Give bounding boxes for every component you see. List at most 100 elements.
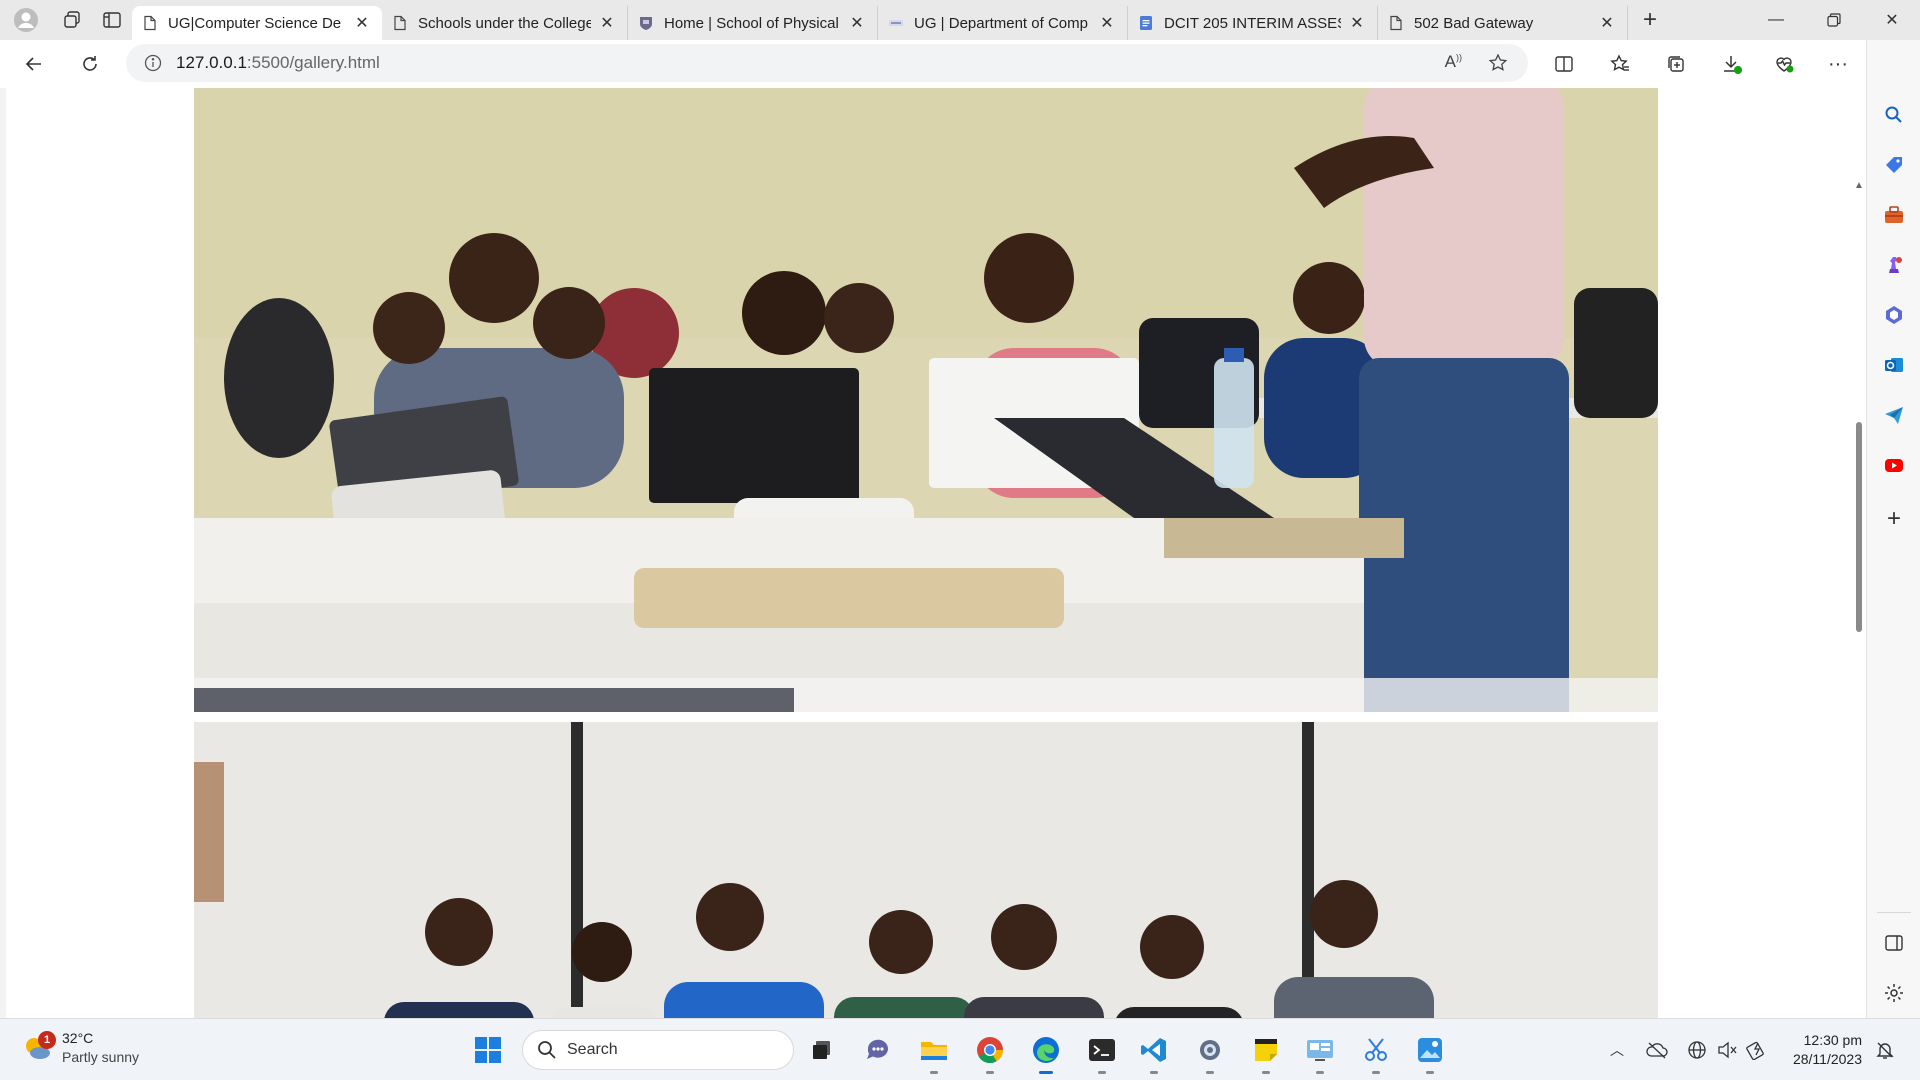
site-info-icon[interactable]	[144, 54, 162, 72]
network-tray-icon[interactable]	[1686, 1039, 1708, 1061]
weather-condition: Partly sunny	[62, 1049, 140, 1065]
browser-essentials-button[interactable]	[1764, 44, 1804, 84]
chat-icon	[867, 1039, 888, 1059]
page-icon	[394, 15, 406, 31]
photos-icon	[1418, 1038, 1442, 1062]
weather-badge: 1	[38, 1031, 56, 1049]
minimize-icon: —	[1768, 11, 1784, 28]
more-icon: ···	[1828, 52, 1848, 75]
weather-widget[interactable]: 1 32°C Partly sunny	[22, 1029, 139, 1067]
close-tab-icon[interactable]: ✕	[597, 13, 617, 33]
snipping-tool-button[interactable]	[1358, 1032, 1394, 1074]
read-aloud-icon[interactable]: A))	[1445, 52, 1462, 72]
tab-3[interactable]: Home | School of Physical ✕	[628, 6, 878, 40]
profile-button[interactable]	[0, 0, 52, 40]
chrome-button[interactable]	[972, 1032, 1008, 1074]
downloads-button[interactable]	[1712, 44, 1752, 84]
sidebar-search-button[interactable]	[1879, 100, 1909, 130]
sticky-note-icon	[1255, 1039, 1277, 1061]
onedrive-tray-icon[interactable]	[1646, 1039, 1668, 1061]
battery-tray-icon[interactable]	[1746, 1039, 1768, 1061]
heart-pulse-icon	[1776, 57, 1794, 73]
settings-app-button[interactable]	[1192, 1032, 1228, 1074]
new-tab-button[interactable]: +	[1628, 0, 1672, 40]
taskbar-search[interactable]: Search	[522, 1030, 794, 1070]
sidebar-youtube-button[interactable]	[1879, 450, 1909, 480]
group-photo	[194, 722, 1658, 1018]
close-tab-icon[interactable]: ✕	[847, 13, 867, 33]
collections-button[interactable]	[1656, 44, 1696, 84]
taskbar-clock[interactable]: 12:30 pm 28/11/2023	[1782, 1031, 1862, 1069]
file-explorer-button[interactable]	[916, 1032, 952, 1074]
notification-center-button[interactable]	[1874, 1039, 1896, 1061]
windows-taskbar: 1 32°C Partly sunny Search ︿ 12:30 pm 28…	[0, 1018, 1920, 1080]
running-indicator	[1206, 1071, 1214, 1074]
terminal-icon	[1089, 1039, 1115, 1061]
windows-logo-icon	[475, 1037, 501, 1063]
url-text[interactable]: 127.0.0.1:5500/gallery.html	[176, 53, 380, 73]
close-tab-icon[interactable]: ✕	[1597, 13, 1617, 33]
active-indicator	[1039, 1071, 1053, 1074]
workspaces-icon	[64, 11, 80, 28]
page-scrollbar[interactable]: ▲ ▼	[1852, 180, 1866, 1018]
vscode-button[interactable]	[1136, 1032, 1172, 1074]
tab-5[interactable]: DCIT 205 INTERIM ASSES ✕	[1128, 6, 1378, 40]
volume-muted-icon	[1718, 1041, 1737, 1059]
shopping-tag-icon	[1886, 157, 1902, 173]
site-favicon-icon	[889, 20, 903, 26]
task-view-button[interactable]	[804, 1032, 840, 1068]
sidebar-send-button[interactable]	[1879, 400, 1909, 430]
favorites-icon	[1610, 54, 1629, 71]
volume-tray-icon[interactable]	[1716, 1039, 1738, 1061]
close-window-button[interactable]: ✕	[1864, 0, 1920, 40]
tab-6[interactable]: 502 Bad Gateway ✕	[1378, 6, 1628, 40]
sidebar-settings-button[interactable]	[1879, 978, 1909, 1008]
terminal-button[interactable]	[1084, 1032, 1120, 1074]
gallery-photo-group	[194, 722, 1658, 1018]
hide-sidebar-button[interactable]	[1879, 928, 1909, 958]
vscode-icon	[1141, 1038, 1166, 1062]
sidebar-divider	[1877, 912, 1911, 913]
running-indicator	[1372, 1071, 1380, 1074]
teams-chat-button[interactable]	[860, 1032, 896, 1068]
sticky-notes-button[interactable]	[1248, 1032, 1284, 1074]
workspaces-button[interactable]	[52, 0, 92, 40]
tab-2[interactable]: Schools under the College ✕	[382, 6, 628, 40]
show-hidden-icons-button[interactable]: ︿	[1606, 1039, 1628, 1061]
download-icon	[1724, 56, 1742, 74]
close-tab-icon[interactable]: ✕	[352, 13, 372, 33]
control-panel-button[interactable]	[1302, 1032, 1338, 1074]
sidebar-shopping-button[interactable]	[1879, 150, 1909, 180]
address-bar[interactable]: 127.0.0.1:5500/gallery.html A))	[126, 44, 1528, 82]
close-tab-icon[interactable]: ✕	[1347, 13, 1367, 33]
photos-button[interactable]	[1412, 1032, 1448, 1074]
docs-icon	[1140, 16, 1152, 30]
sidebar-add-button[interactable]: +	[1879, 504, 1909, 534]
tab-title: UG | Department of Comp	[914, 14, 1088, 32]
ug-crest-icon	[640, 17, 652, 30]
vertical-tabs-button[interactable]	[92, 0, 132, 40]
close-tab-icon[interactable]: ✕	[1097, 13, 1117, 33]
edge-button[interactable]	[1028, 1032, 1064, 1074]
back-button[interactable]	[14, 44, 54, 84]
minimize-button[interactable]: —	[1748, 0, 1804, 40]
scroll-up-icon[interactable]: ▲	[1854, 180, 1864, 191]
tab-1[interactable]: UG|Computer Science De ✕	[132, 6, 382, 40]
sidebar-games-button[interactable]	[1879, 250, 1909, 280]
sidebar-outlook-button[interactable]	[1879, 350, 1909, 380]
plus-icon: +	[1642, 6, 1657, 33]
settings-gear-icon	[1200, 1040, 1220, 1060]
split-screen-button[interactable]	[1544, 44, 1584, 84]
favorites-button[interactable]	[1600, 44, 1640, 84]
scroll-thumb[interactable]	[1856, 422, 1862, 632]
restore-button[interactable]	[1806, 0, 1862, 40]
sidebar-tools-button[interactable]	[1879, 200, 1909, 230]
start-button[interactable]	[470, 1032, 506, 1068]
running-indicator	[1316, 1071, 1324, 1074]
sidebar-m365-button[interactable]	[1879, 300, 1909, 330]
favorite-star-icon[interactable]	[1488, 53, 1508, 73]
tab-4[interactable]: UG | Department of Comp ✕	[878, 6, 1128, 40]
settings-more-button[interactable]: ···	[1818, 44, 1858, 84]
refresh-button[interactable]	[70, 44, 110, 84]
search-icon	[1885, 106, 1902, 123]
